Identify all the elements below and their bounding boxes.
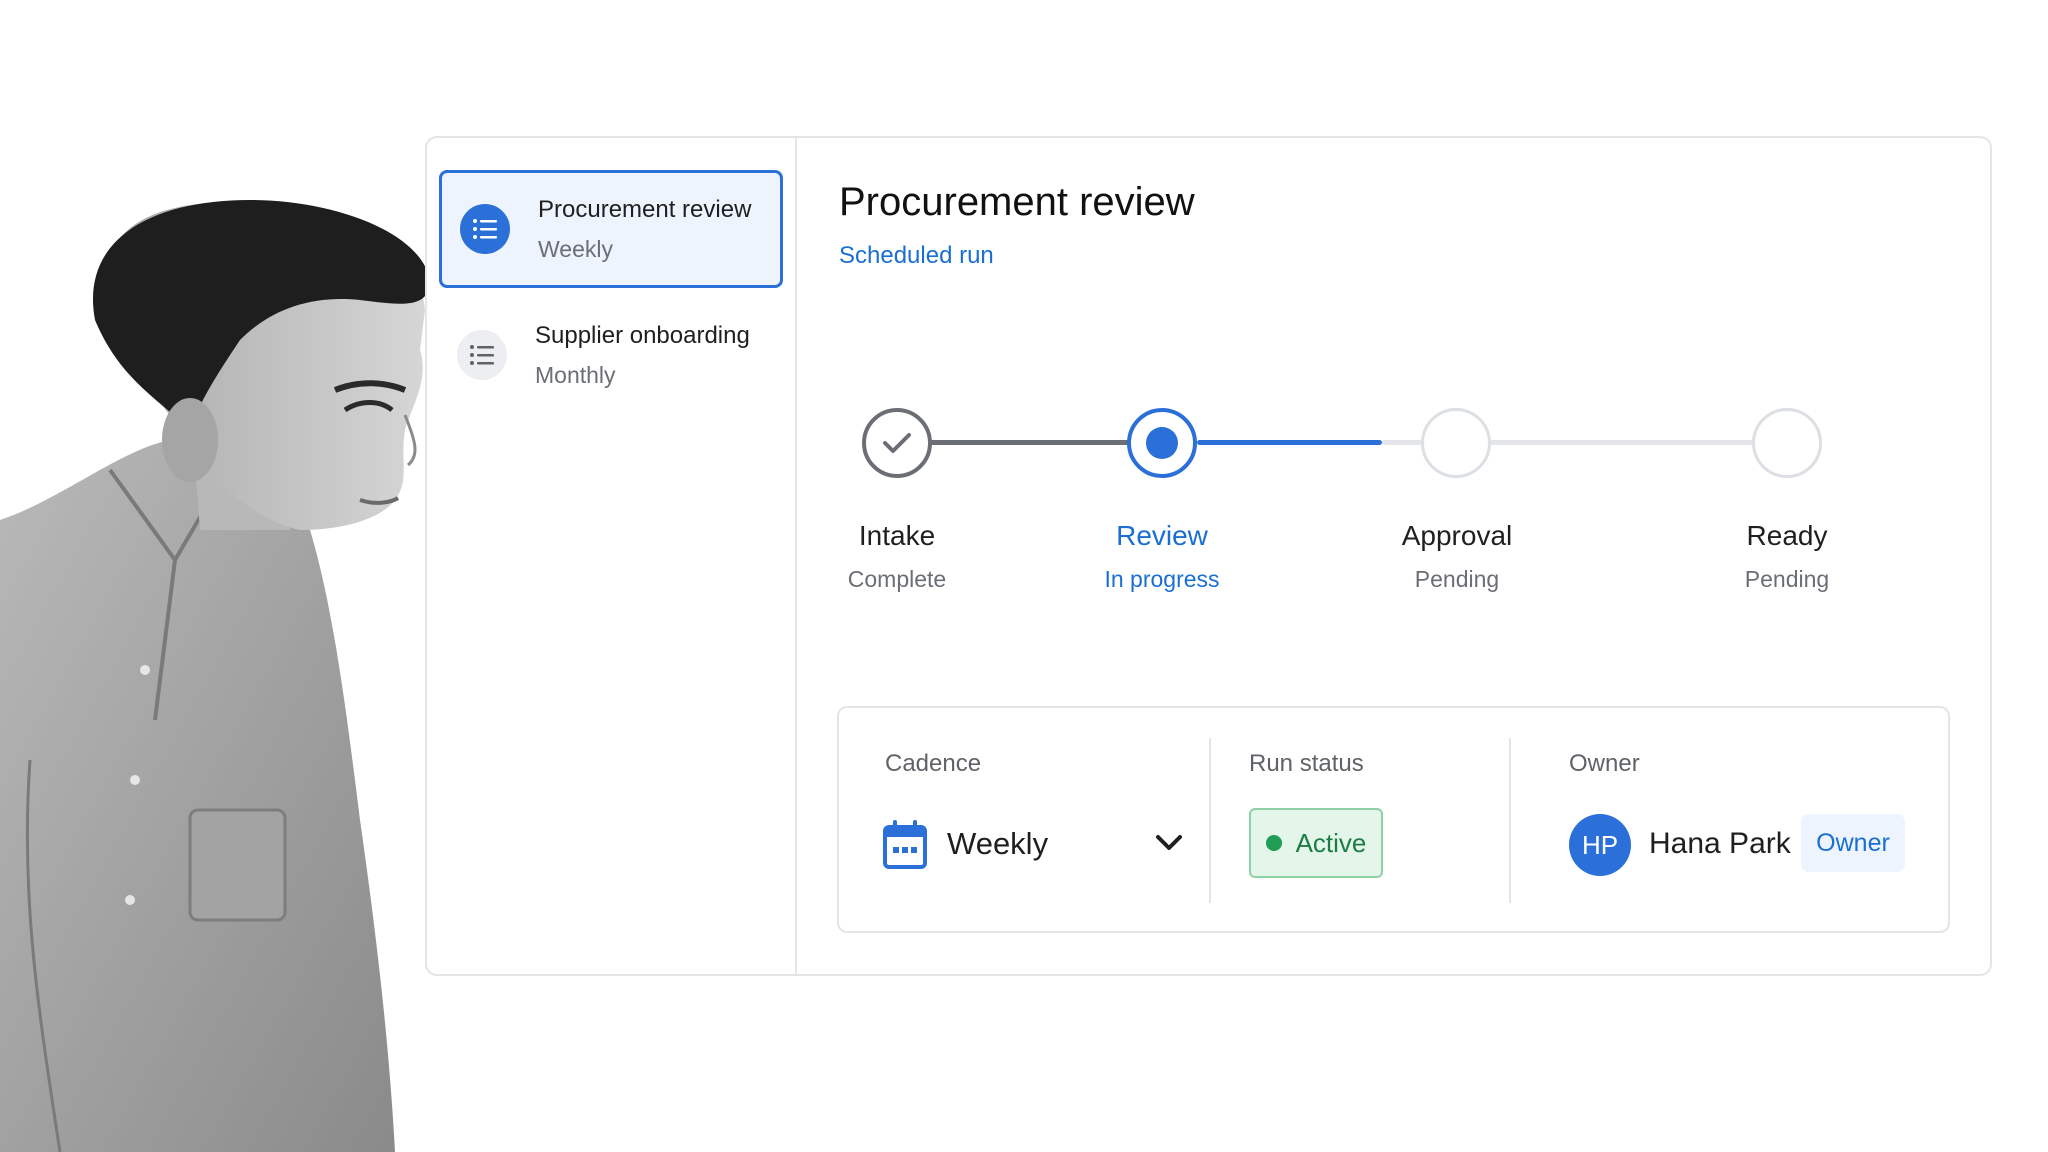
status-badge: Active: [1249, 808, 1383, 878]
sidebar-item-procurement-review[interactable]: Procurement review Weekly: [439, 170, 783, 288]
sidebar-item-title: Supplier onboarding: [535, 321, 750, 349]
calendar-icon: [883, 820, 927, 869]
step-label: Approval: [1401, 520, 1513, 551]
status-text: Active: [1295, 827, 1367, 858]
step-status: Pending: [1744, 566, 1830, 592]
avatar[interactable]: HP: [1569, 814, 1631, 876]
step-intake-node[interactable]: [862, 408, 932, 478]
step-connector-active: [1197, 440, 1382, 445]
sidebar-item-subtitle: Monthly: [535, 361, 616, 388]
sidebar-item-subtitle: Weekly: [538, 235, 613, 262]
current-step-dot: [1146, 427, 1178, 459]
step-status: In progress: [1104, 566, 1220, 592]
column-divider: [1209, 738, 1211, 903]
workflow-card: Procurement review Weekly Supplier onboa…: [425, 136, 1992, 976]
owner-label: Owner: [1569, 750, 1640, 777]
step-status: Pending: [1414, 566, 1500, 592]
step-connector-done: [897, 440, 1132, 445]
cadence-label: Cadence: [885, 750, 982, 777]
run-details-panel: Cadence Weekly Run status Active Owner H…: [837, 706, 1950, 933]
list-icon: [457, 330, 507, 380]
owner-role-badge: Owner: [1801, 814, 1905, 872]
step-approval-node[interactable]: [1421, 408, 1491, 478]
run-status-label: Run status: [1249, 750, 1364, 777]
step-label: Review: [1116, 520, 1208, 551]
chevron-down-icon[interactable]: [1155, 834, 1183, 852]
step-status: Complete: [847, 566, 947, 592]
sidebar-item-title: Procurement review: [538, 195, 752, 223]
step-label: Ready: [1746, 520, 1828, 551]
step-review-node[interactable]: [1127, 408, 1197, 478]
sidebar-item-supplier-onboarding[interactable]: Supplier onboarding Monthly: [439, 296, 783, 414]
step-ready-node[interactable]: [1752, 408, 1822, 478]
page-title: Procurement review: [839, 180, 1195, 224]
owner-name: Hana Park: [1649, 827, 1791, 860]
step-label: Intake: [858, 520, 936, 551]
main-panel: Procurement review Scheduled run Intake …: [797, 138, 1990, 974]
step-connector-pending: [1382, 440, 1422, 445]
step-connector-pending: [1487, 440, 1757, 445]
person-photo: [0, 200, 430, 1152]
cadence-value: Weekly: [947, 826, 1049, 861]
check-icon: [883, 433, 911, 453]
sidebar: Procurement review Weekly Supplier onboa…: [427, 138, 797, 974]
status-dot-icon: [1265, 835, 1282, 851]
column-divider: [1509, 738, 1511, 903]
scheduled-run-link[interactable]: Scheduled run: [839, 242, 994, 270]
cadence-select[interactable]: Weekly: [883, 814, 1182, 874]
list-icon: [460, 204, 510, 254]
